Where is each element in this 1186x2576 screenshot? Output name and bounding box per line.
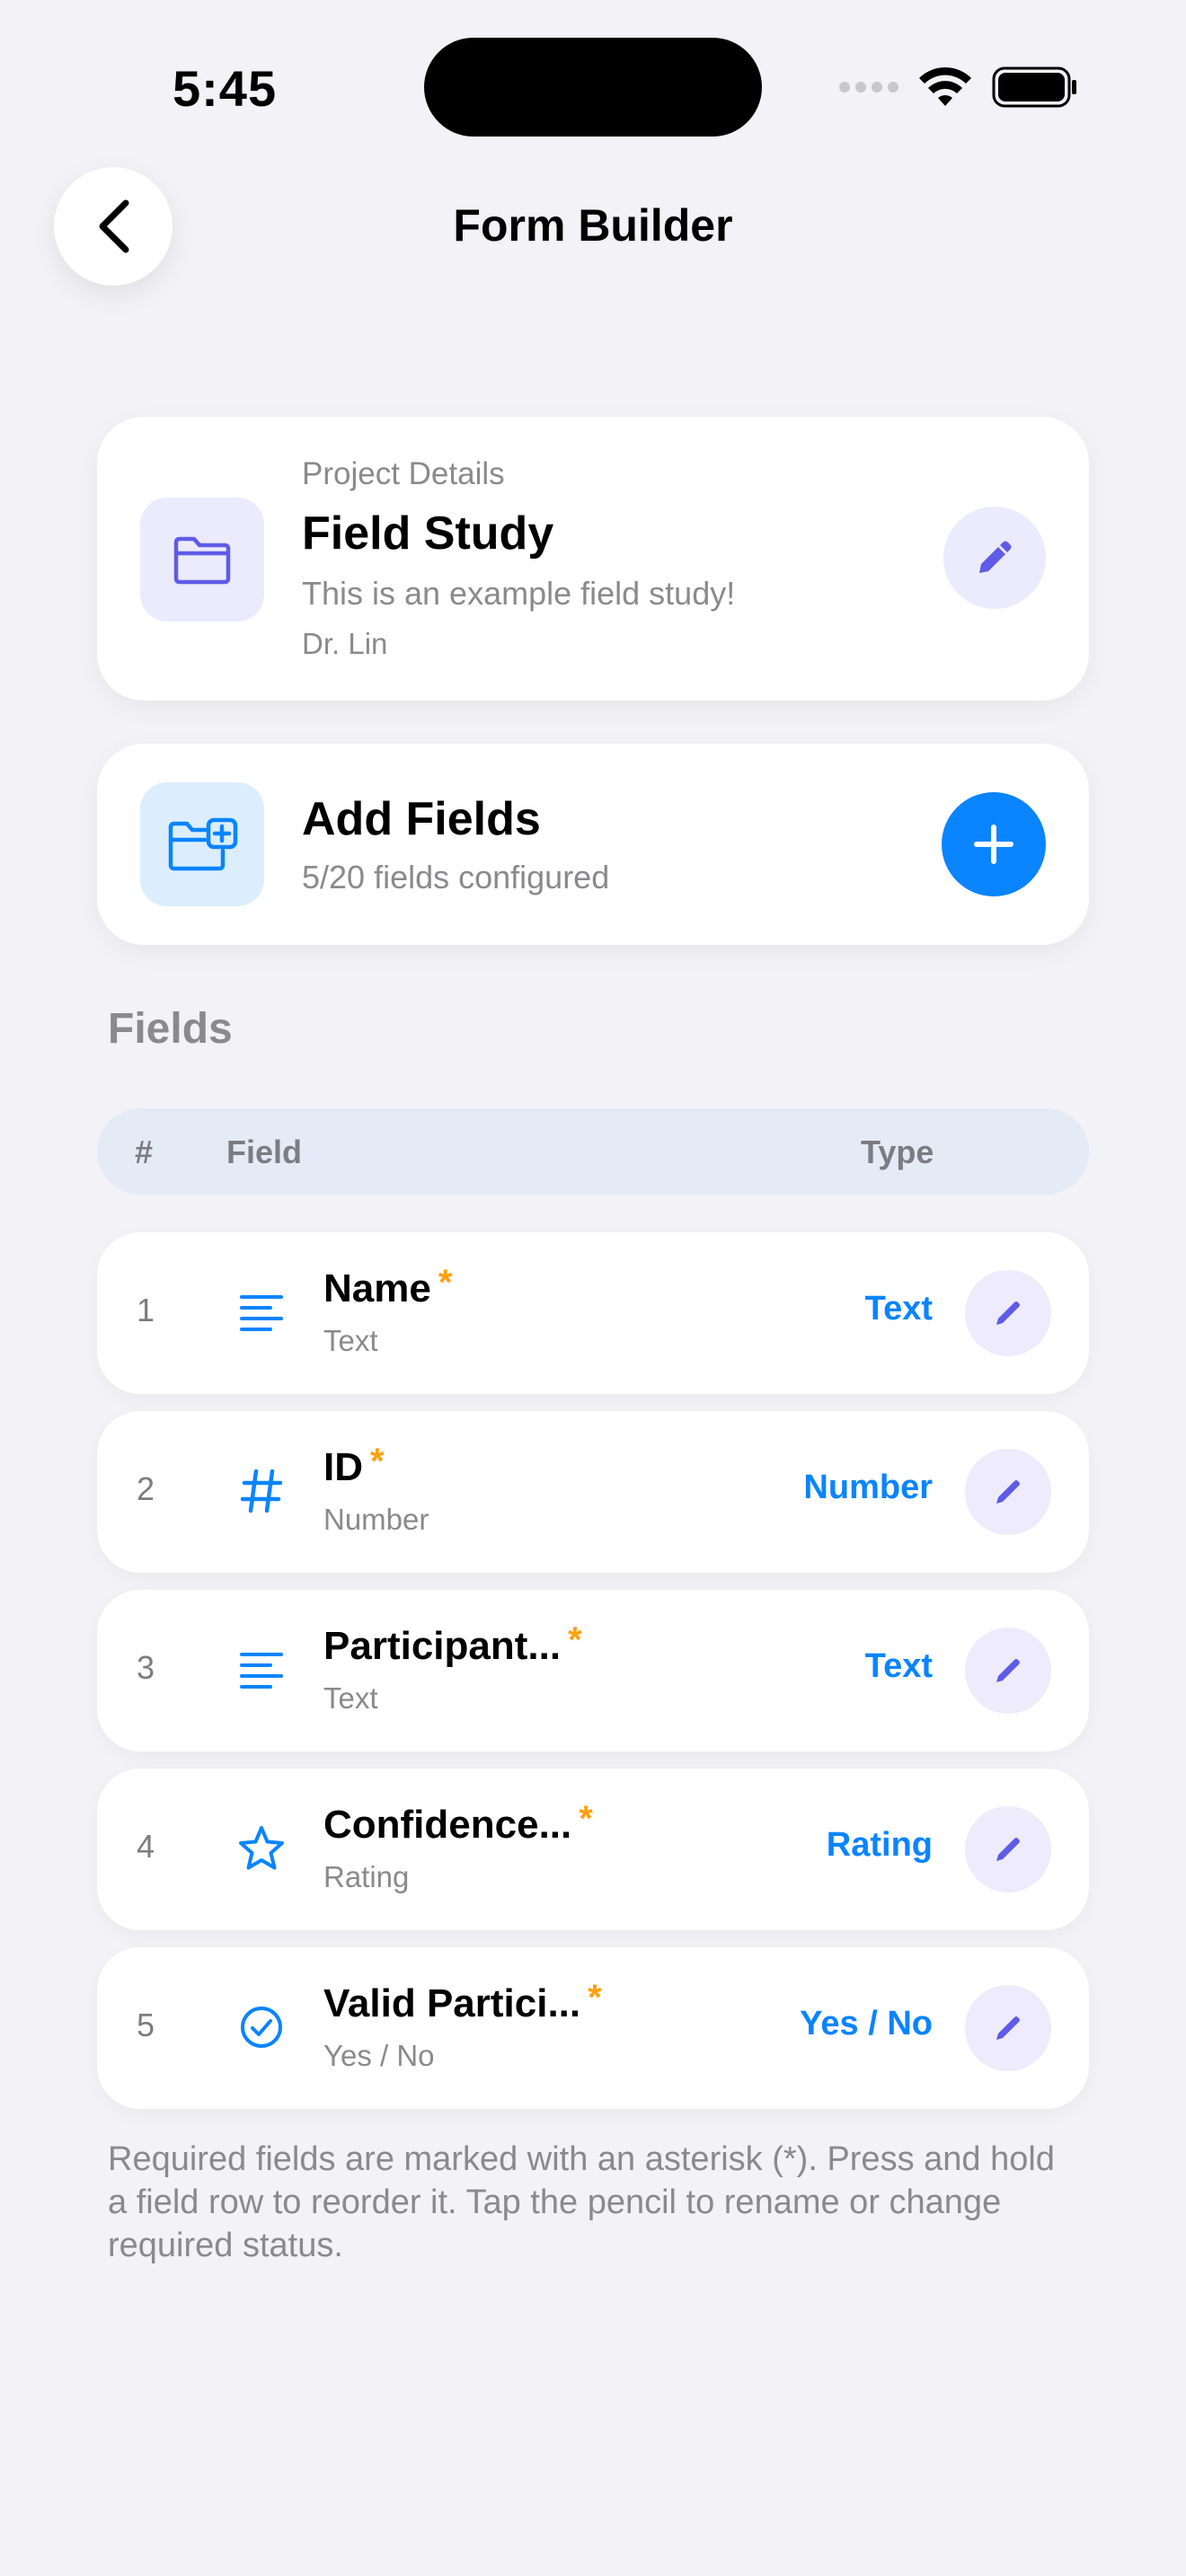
field-row-number: 1 [137,1292,155,1328]
fields-table-header: # Field Type [97,1108,1089,1195]
check-circle-icon [232,1998,291,2057]
fields-configured-count: 5/20 fields configured [302,859,610,895]
project-details-card: Project Details Field Study This is an e… [97,417,1089,701]
pencil-icon [996,1301,1020,1325]
field-subtype: Yes / No [323,2039,435,2072]
field-row-number: 5 [137,2007,155,2043]
pencil-icon [996,1838,1020,1861]
edit-project-button[interactable] [943,507,1046,609]
field-name: ID * [323,1442,385,1490]
column-header-number: # [135,1134,154,1170]
field-name: Participant... * [323,1620,582,1669]
field-name-text: Valid Partici... [323,1981,581,2025]
field-type: Rating [826,1826,933,1864]
field-name: Name * [323,1263,453,1311]
field-name: Confidence... * [323,1799,593,1848]
field-type: Number [803,1469,933,1506]
pencil-icon [996,1480,1020,1504]
field-subtype: Number [323,1503,429,1536]
folder-plus-icon [168,817,238,871]
add-fields-card: Add Fields 5/20 fields configured [97,744,1089,945]
cellular-signal-icon [839,82,898,93]
field-subtype: Text [323,1324,378,1357]
edit-field-button[interactable] [965,1628,1051,1714]
hash-icon [232,1461,291,1521]
field-row[interactable]: 2 ID * Number Number [97,1411,1089,1573]
dynamic-island [424,38,762,137]
field-name-text: Name [323,1266,431,1310]
required-asterisk: * [568,1620,582,1660]
field-name: Valid Partici... * [323,1978,602,2026]
column-header-type: Type [861,1134,934,1170]
edit-field-button[interactable] [965,1985,1051,2071]
pencil-icon [979,541,1012,573]
field-row[interactable]: 1 Name * Text Text [97,1232,1089,1394]
project-details-label: Project Details [302,456,505,491]
status-time: 5:45 [173,60,278,117]
folder-icon [173,536,231,585]
add-fields-title: Add Fields [302,793,541,845]
plus-icon [974,825,1013,864]
add-field-button[interactable] [942,792,1046,896]
required-asterisk: * [438,1263,453,1302]
field-row[interactable]: 4 Confidence... * Rating Rating [97,1769,1089,1930]
project-icon-tile [140,498,264,622]
status-icons [839,65,1078,110]
project-author: Dr. Lin [302,627,388,660]
field-type: Text [864,1290,933,1328]
column-header-field: Field [226,1134,303,1170]
field-type: Yes / No [800,2005,933,2042]
page-title: Form Builder [453,200,733,251]
field-name-text: Participant... [323,1624,562,1668]
status-bar: 5:45 [0,0,1186,162]
battery-icon [992,66,1076,108]
field-type: Text [864,1647,933,1685]
field-row[interactable]: 5 Valid Partici... * Yes / No Yes / No [97,1947,1089,2109]
edit-field-button[interactable] [965,1806,1051,1892]
required-asterisk: * [579,1799,593,1839]
pencil-icon [996,2016,1020,2040]
edit-field-button[interactable] [965,1449,1051,1535]
add-fields-icon-tile [140,782,264,906]
required-asterisk: * [370,1442,385,1481]
field-name-text: Confidence... [323,1803,572,1847]
text-lines-icon [232,1640,291,1699]
field-row-number: 2 [137,1470,155,1507]
field-row-number: 3 [137,1649,155,1686]
star-icon [232,1819,291,1878]
field-subtype: Text [323,1681,378,1715]
project-title: Field Study [302,507,554,560]
field-row[interactable]: 3 Participant... * Text Text [97,1590,1089,1751]
field-subtype: Rating [323,1860,410,1893]
wifi-icon [919,66,971,106]
field-row-number: 4 [137,1828,155,1865]
fields-section-title: Fields [108,1005,233,1053]
text-lines-icon [232,1283,291,1342]
field-name-text: ID [323,1445,363,1489]
pencil-icon [996,1659,1020,1682]
edit-field-button[interactable] [965,1270,1051,1356]
required-asterisk: * [588,1978,602,2017]
project-description: This is an example field study! [302,575,736,612]
footer-help-text: Required fields are marked with an aster… [108,2140,1055,2264]
